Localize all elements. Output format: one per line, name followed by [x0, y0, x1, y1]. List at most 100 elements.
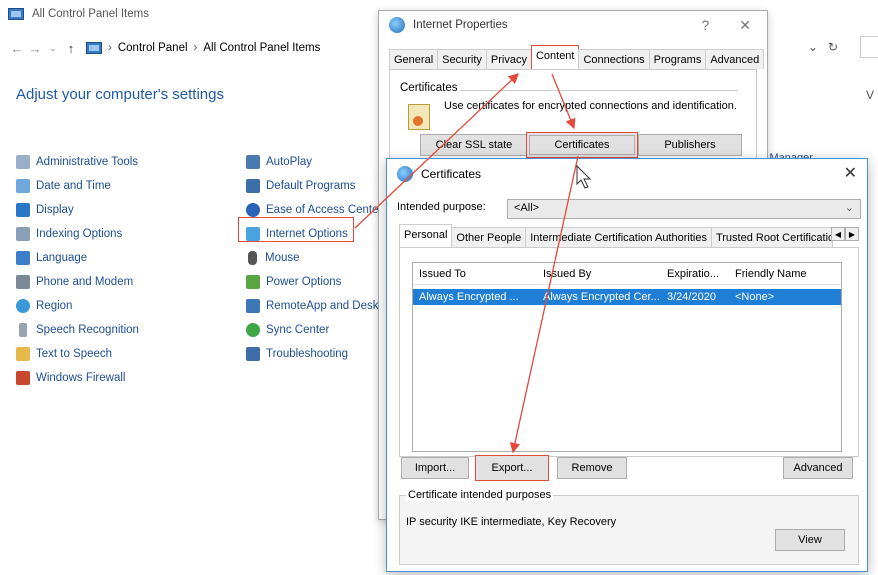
certificates-title: Certificates [421, 167, 482, 181]
table-row[interactable]: Always Encrypted ... Always Encrypted Ce… [413, 289, 841, 305]
intended-purpose-select[interactable]: <All> ⌄ [507, 199, 861, 219]
address-dropdown-icon[interactable]: ⌄ [808, 40, 818, 54]
language-icon [16, 251, 30, 265]
help-icon[interactable]: ? [701, 17, 709, 34]
monitor-icon [16, 203, 30, 217]
breadcrumb-control-panel[interactable]: Control Panel [118, 42, 188, 54]
cp-item-sync-center[interactable]: Sync Center [246, 318, 382, 342]
tab-other-people[interactable]: Other People [451, 227, 527, 247]
search-box-edge[interactable] [860, 36, 878, 58]
tab-scroll-left-icon[interactable]: ◀ [831, 227, 845, 241]
import-button[interactable]: Import... [401, 457, 469, 479]
column-issued-by[interactable]: Issued By [537, 268, 661, 280]
cp-item-language[interactable]: Language [16, 246, 139, 270]
back-arrow-icon[interactable]: ← [8, 41, 26, 56]
indexing-icon [16, 227, 30, 241]
cp-item-power-options[interactable]: Power Options [246, 270, 382, 294]
microphone-icon [19, 323, 27, 337]
certificate-list[interactable]: Issued To Issued By Expiratio... Friendl… [412, 262, 842, 452]
refresh-icon[interactable]: ↻ [828, 40, 838, 54]
tab-connections[interactable]: Connections [578, 49, 650, 69]
ease-of-access-icon [246, 203, 260, 217]
advanced-button[interactable]: Advanced [783, 457, 853, 479]
cp-item-region[interactable]: Region [16, 294, 139, 318]
cp-item-default-programs[interactable]: Default Programs [246, 174, 382, 198]
certificate-list-header: Issued To Issued By Expiratio... Friendl… [413, 263, 841, 285]
close-icon[interactable]: ✕ [739, 17, 751, 34]
up-arrow-icon[interactable]: ↑ [62, 41, 80, 56]
firewall-icon [16, 371, 30, 385]
internet-properties-tabs: General Security Privacy Content Connect… [389, 45, 765, 69]
cp-item-indexing-options[interactable]: Indexing Options [16, 222, 139, 246]
tab-intermediate-ca[interactable]: Intermediate Certification Authorities [525, 227, 712, 247]
tab-programs[interactable]: Programs [648, 49, 707, 69]
tab-advanced[interactable]: Advanced [705, 49, 765, 69]
certificates-dialog: Certificates ✕ Intended purpose: <All> ⌄… [386, 158, 868, 572]
tab-general[interactable]: General [389, 49, 439, 69]
intended-purpose-row: Intended purpose: [397, 201, 486, 213]
clear-ssl-state-button[interactable]: Clear SSL state [420, 134, 528, 156]
control-panel-title-bar: All Control Panel Items [8, 8, 149, 20]
view-by-label[interactable]: V [866, 88, 874, 102]
power-icon [246, 275, 260, 289]
column-friendly-name[interactable]: Friendly Name [729, 268, 841, 280]
intended-purposes-label: Certificate intended purposes [406, 489, 554, 501]
troubleshooting-icon [246, 347, 260, 361]
column-expiration[interactable]: Expiratio... [661, 268, 729, 280]
control-panel-column-1: Administrative Tools Date and Time Displ… [16, 150, 139, 390]
certificates-description: Use certificates for encrypted connectio… [444, 100, 737, 112]
publishers-button[interactable]: Publishers [638, 134, 742, 156]
cell-issued-to: Always Encrypted ... [419, 291, 519, 303]
certificates-close-icon[interactable]: ✕ [844, 163, 857, 183]
cp-item-text-to-speech[interactable]: Text to Speech [16, 342, 139, 366]
tab-privacy[interactable]: Privacy [485, 49, 532, 69]
forward-arrow-icon[interactable]: → [26, 41, 44, 56]
page-heading: Adjust your computer's settings [16, 86, 224, 103]
autoplay-icon [246, 155, 260, 169]
address-controls: ⌄ ↻ [808, 40, 838, 54]
internet-properties-icon [389, 17, 405, 33]
intended-purpose-label: Intended purpose: [397, 201, 486, 213]
tab-content[interactable]: Content [530, 45, 580, 69]
cp-item-date-and-time[interactable]: Date and Time [16, 174, 139, 198]
cp-item-remoteapp[interactable]: RemoteApp and Deskt [246, 294, 382, 318]
cp-item-phone-and-modem[interactable]: Phone and Modem [16, 270, 139, 294]
tab-security[interactable]: Security [437, 49, 487, 69]
control-panel-column-2: AutoPlay Default Programs Ease of Access… [246, 150, 382, 366]
column-issued-to[interactable]: Issued To [413, 268, 537, 280]
internet-properties-title: Internet Properties [413, 19, 508, 31]
chevron-down-icon: ⌄ [844, 202, 854, 214]
tab-personal[interactable]: Personal [399, 224, 453, 247]
internet-options-highlight [238, 217, 354, 242]
cp-item-autoplay[interactable]: AutoPlay [246, 150, 382, 174]
view-button[interactable]: View [775, 529, 845, 551]
tab-trusted-root[interactable]: Trusted Root Certification [710, 227, 833, 247]
default-programs-icon [246, 179, 260, 193]
export-button[interactable]: Export... [475, 455, 549, 481]
certificates-button[interactable]: Certificates [526, 132, 638, 158]
cp-item-mouse[interactable]: Mouse [246, 246, 382, 270]
cp-item-windows-firewall[interactable]: Windows Firewall [16, 366, 139, 390]
cp-item-administrative-tools[interactable]: Administrative Tools [16, 150, 139, 174]
sync-icon [246, 323, 260, 337]
tab-scroll-right-icon[interactable]: ▶ [845, 227, 859, 241]
mouse-icon [248, 251, 257, 265]
certificates-group-label: Certificates [400, 82, 458, 94]
breadcrumb-control-panel-icon [86, 42, 102, 54]
remove-button[interactable]: Remove [557, 457, 627, 479]
certificates-tabs: Personal Other People Intermediate Certi… [399, 224, 833, 247]
certificate-icon [408, 104, 430, 130]
cp-item-speech-recognition[interactable]: Speech Recognition [16, 318, 139, 342]
recent-chevron-icon[interactable]: ⌄ [44, 43, 62, 54]
personal-tab-panel: Issued To Issued By Expiratio... Friendl… [399, 247, 859, 457]
tab-scroll-arrows: ◀ ▶ [831, 227, 859, 241]
certificates-title-bar: Certificates [387, 159, 867, 189]
phone-icon [16, 275, 30, 289]
cp-item-display[interactable]: Display [16, 198, 139, 222]
breadcrumb: › Control Panel › All Control Panel Item… [86, 42, 320, 54]
breadcrumb-all-items[interactable]: All Control Panel Items [203, 42, 320, 54]
cp-item-troubleshooting[interactable]: Troubleshooting [246, 342, 382, 366]
tools-icon [16, 155, 30, 169]
speech-icon [16, 347, 30, 361]
cell-expiration: 3/24/2020 [667, 291, 716, 303]
